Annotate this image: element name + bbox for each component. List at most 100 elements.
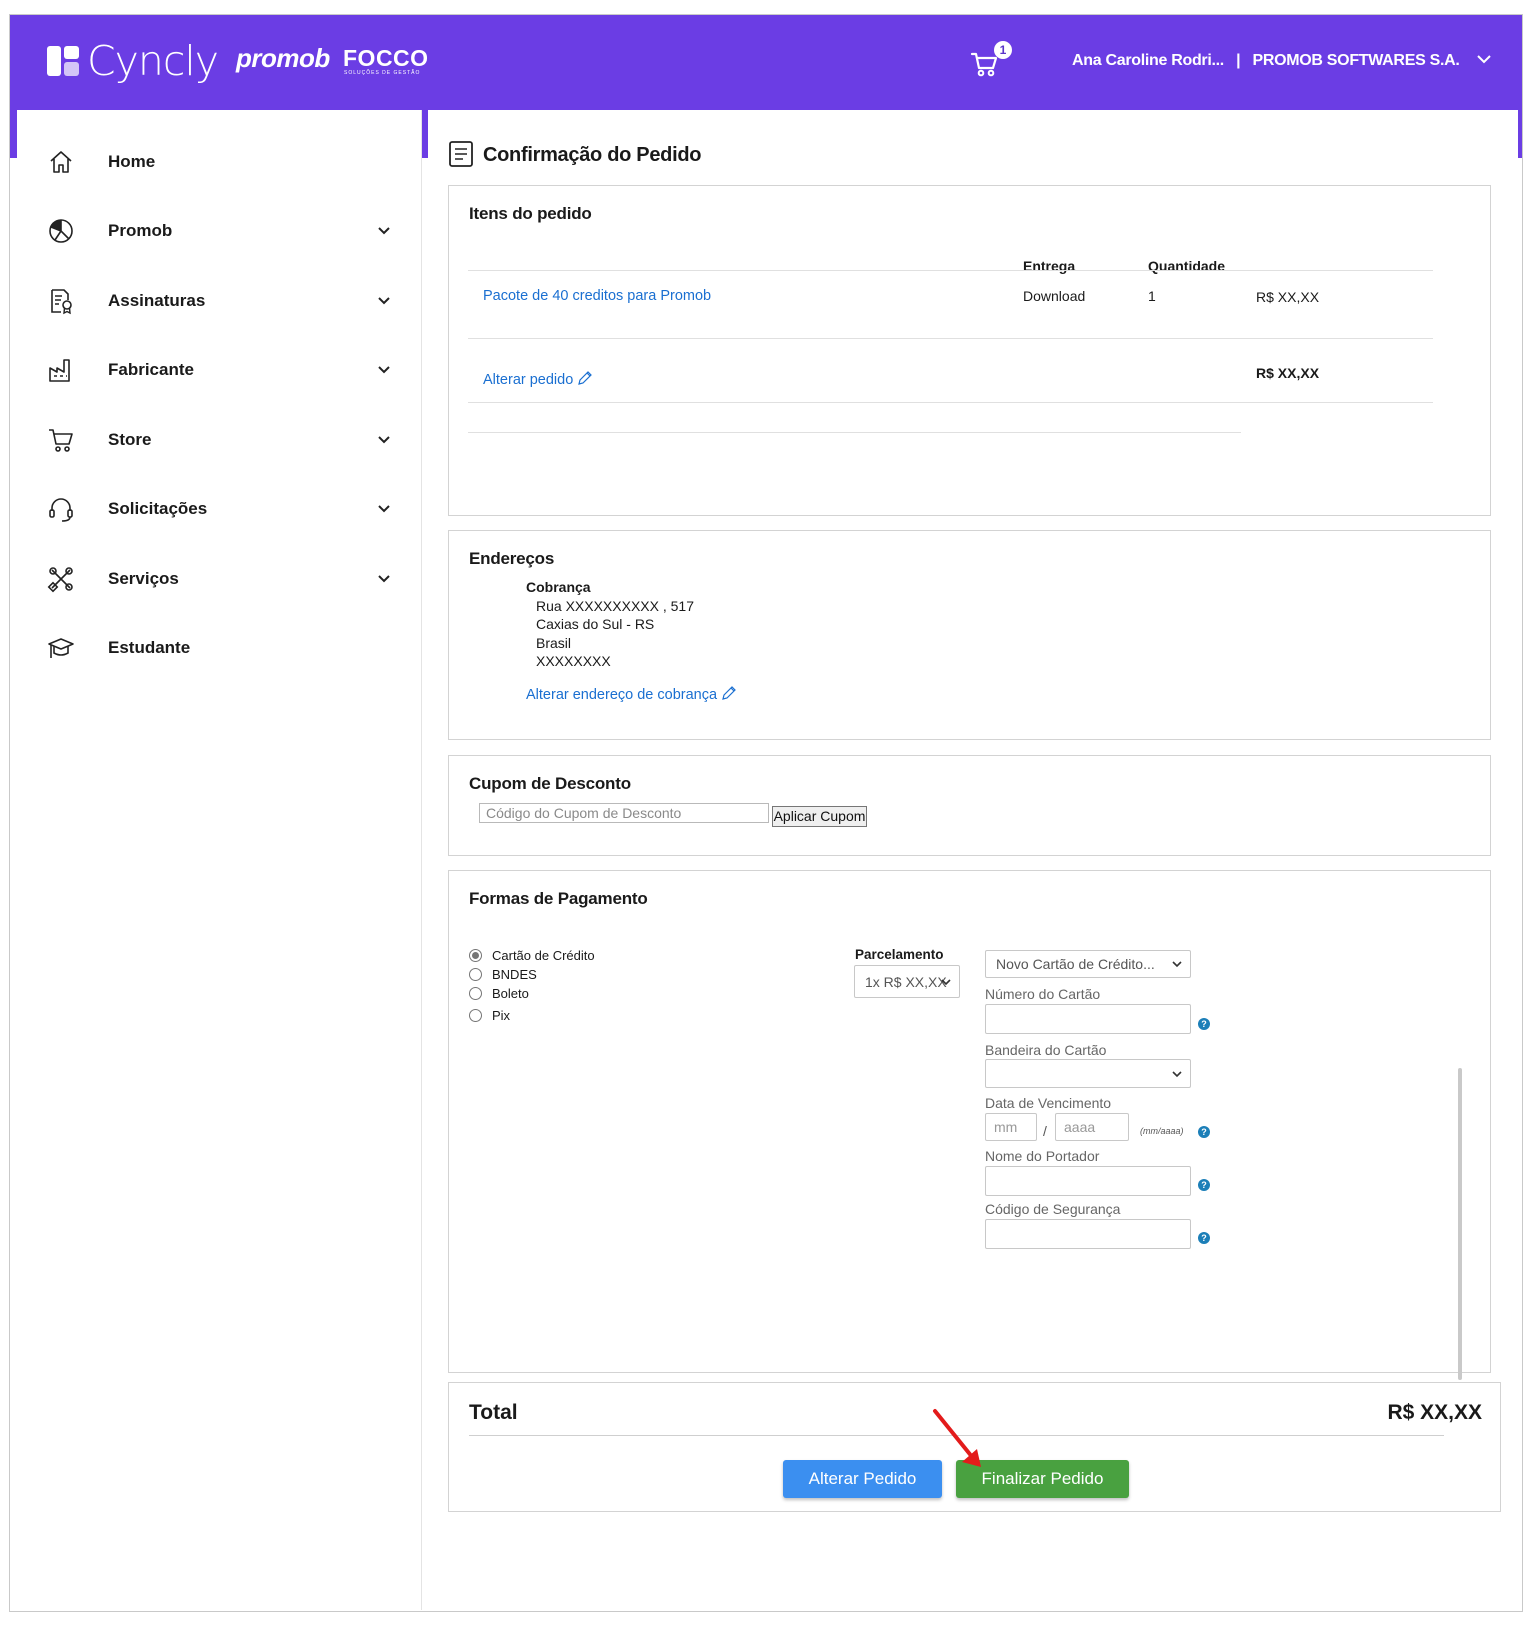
col-header-quantity: Quantidade (1148, 258, 1226, 274)
order-items-title: Itens do pedido (469, 204, 592, 223)
address-line: XXXXXXXX (536, 653, 611, 669)
pencil-icon (578, 371, 593, 385)
radio-button[interactable] (469, 987, 482, 1000)
security-code-label: Código de Segurança (985, 1201, 1121, 1217)
sidebar-item-label: Store (108, 430, 152, 449)
edit-billing-address-link[interactable]: Alterar endereço de cobrança (526, 685, 737, 703)
graduation-icon (48, 638, 74, 658)
chevron-down-icon[interactable] (377, 224, 391, 238)
divider (468, 338, 1433, 339)
payment-method-boleto[interactable]: Boleto (469, 986, 529, 1001)
coupon-input[interactable]: Código do Cupom de Desconto (479, 803, 769, 823)
headset-icon (49, 498, 73, 522)
sidebar-item-estudante[interactable]: Estudante (17, 618, 422, 678)
expiry-year-input[interactable]: aaaa (1055, 1113, 1129, 1141)
divider (468, 402, 1433, 403)
saved-card-select[interactable]: Novo Cartão de Crédito... (985, 950, 1191, 978)
sidebar-item-assinaturas[interactable]: Assinaturas (17, 271, 422, 331)
sidebar-item-store[interactable]: Store (17, 410, 422, 470)
expiry-separator: / (1043, 1123, 1047, 1139)
price-cell: R$ XX,XX (1256, 289, 1320, 305)
payment-method-credit-card[interactable]: Cartão de Crédito (469, 948, 595, 963)
chevron-down-icon[interactable] (377, 363, 391, 377)
sidebar-item-label: Fabricante (108, 360, 194, 379)
cart-button[interactable]: 1 (970, 41, 1014, 81)
payment-method-label: BNDES (492, 967, 537, 982)
sidebar-item-label: Assinaturas (108, 291, 206, 310)
help-icon[interactable]: ? (1198, 1179, 1210, 1191)
total-panel: Total R$ XX,XX Alterar Pedido Finalizar … (448, 1382, 1501, 1512)
document-icon (449, 141, 473, 167)
radio-button[interactable] (469, 1009, 482, 1022)
cart-count-badge: 1 (994, 41, 1012, 59)
sidebar-item-promob[interactable]: Promob (17, 201, 422, 261)
quantity-cell: 1 (1148, 288, 1156, 304)
installments-select[interactable]: 1x R$ XX,XX (854, 965, 960, 998)
sidebar-item-label: Solicitações (108, 499, 208, 518)
expiry-format-hint: (mm/aaaa) (1140, 1126, 1184, 1136)
cyncly-logo[interactable]: Cyncly (47, 37, 219, 85)
expiry-month-input[interactable]: mm (985, 1113, 1037, 1141)
sidebar-item-label: Promob (108, 221, 173, 240)
subscriptions-icon (51, 289, 72, 315)
col-header-delivery: Entrega (1023, 258, 1076, 274)
chevron-down-icon[interactable] (377, 433, 391, 447)
tools-icon (47, 567, 73, 593)
payment-method-pix[interactable]: Pix (469, 1008, 510, 1023)
address-line: Brasil (536, 635, 572, 651)
user-separator: | (1236, 52, 1241, 69)
focco-tagline: SOLUÇÕES DE GESTÃO (344, 70, 421, 76)
scrollbar[interactable] (1458, 1068, 1462, 1380)
help-icon[interactable]: ? (1198, 1232, 1210, 1244)
promob-logo: promob (236, 43, 330, 73)
brand-name: Cyncly (87, 37, 219, 85)
factory-icon (49, 359, 70, 382)
payment-method-label: Boleto (492, 986, 529, 1001)
help-icon[interactable]: ? (1198, 1126, 1210, 1138)
card-brand-label: Bandeira do Cartão (985, 1042, 1107, 1058)
help-icon[interactable]: ? (1198, 1018, 1210, 1030)
sidebar-item-servicos[interactable]: Serviços (17, 549, 422, 609)
payment-method-label: Cartão de Crédito (492, 948, 595, 963)
sidebar: Home Promob Assinaturas Fabricante Store… (17, 110, 422, 1610)
radio-button[interactable] (469, 949, 482, 962)
chevron-down-icon[interactable] (1476, 53, 1492, 65)
saved-card-value: Novo Cartão de Crédito... (996, 956, 1155, 972)
installments-label: Parcelamento (855, 947, 944, 962)
sidebar-item-label: Estudante (108, 638, 191, 657)
edit-order-button[interactable]: Alterar Pedido (783, 1460, 942, 1498)
apply-coupon-button[interactable]: Aplicar Cupom (772, 806, 867, 827)
coupon-title: Cupom de Desconto (469, 774, 631, 793)
card-number-label: Número do Cartão (985, 986, 1101, 1002)
chevron-down-icon (941, 978, 951, 985)
user-menu[interactable]: Ana Caroline Rodri... | PROMOB SOFTWARES… (1072, 52, 1460, 70)
chevron-down-icon[interactable] (377, 572, 391, 586)
edit-order-label: Alterar pedido (483, 372, 574, 388)
divider (468, 432, 1241, 433)
total-label: Total (469, 1401, 518, 1424)
addresses-panel: Endereços Cobrança Rua XXXXXXXXXX , 517 … (448, 530, 1491, 740)
chevron-down-icon[interactable] (377, 294, 391, 308)
card-holder-label: Nome do Portador (985, 1148, 1100, 1164)
sidebar-item-solicitacoes[interactable]: Solicitações (17, 479, 422, 539)
chevron-down-icon (1172, 961, 1182, 968)
security-code-input[interactable] (985, 1219, 1191, 1249)
order-subtotal: R$ XX,XX (1256, 365, 1320, 381)
installments-value: 1x R$ XX,XX (865, 973, 947, 990)
app-window: Cyncly promob FOCCO SOLUÇÕES DE GESTÃO 1… (9, 14, 1523, 1612)
chevron-down-icon[interactable] (377, 502, 391, 516)
edit-order-link[interactable]: Alterar pedido (483, 370, 593, 388)
edit-billing-address-label: Alterar endereço de cobrança (526, 687, 718, 703)
sidebar-item-home[interactable]: Home (17, 132, 422, 192)
order-items-panel: Itens do pedido Entrega Quantidade Pacot… (448, 185, 1491, 516)
payment-method-bndes[interactable]: BNDES (469, 967, 537, 982)
radio-button[interactable] (469, 968, 482, 981)
sidebar-item-label: Home (108, 152, 156, 171)
billing-title: Cobrança (526, 579, 591, 595)
user-name: Ana Caroline Rodri... (1072, 52, 1224, 69)
card-holder-input[interactable] (985, 1166, 1191, 1196)
sidebar-item-fabricante[interactable]: Fabricante (17, 340, 422, 400)
product-link[interactable]: Pacote de 40 creditos para Promob (483, 288, 711, 304)
card-number-input[interactable] (985, 1004, 1191, 1034)
card-brand-select[interactable] (985, 1059, 1191, 1088)
